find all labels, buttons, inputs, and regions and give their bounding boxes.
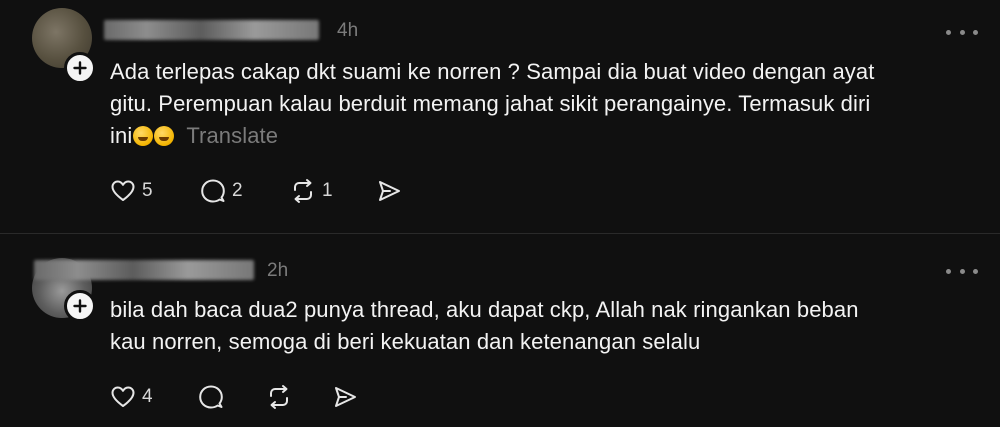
post-text-line: Ada terlepas cakap dkt suami ke norren ?… xyxy=(110,59,875,84)
reply-button[interactable]: 2 xyxy=(200,178,290,204)
like-button[interactable]: 5 xyxy=(110,178,200,204)
more-icon[interactable] xyxy=(946,24,978,40)
reply-post: 2h bila dah baca dua2 punya thread, aku … xyxy=(0,236,1000,427)
post-text: bila dah baca dua2 punya thread, aku dap… xyxy=(110,294,970,358)
reply-button[interactable] xyxy=(198,384,266,410)
post-text-line: gitu. Perempuan kalau berduit memang jah… xyxy=(110,91,871,116)
post-text: Ada terlepas cakap dkt suami ke norren ?… xyxy=(110,56,970,152)
post-text-line: ini xyxy=(110,123,133,148)
post-timestamp: 2h xyxy=(267,260,289,281)
more-icon[interactable] xyxy=(946,263,978,279)
repost-button[interactable] xyxy=(266,384,332,410)
rolling-on-floor-laughing-icon xyxy=(154,126,175,146)
username-redacted[interactable] xyxy=(34,260,254,280)
rolling-on-floor-laughing-icon xyxy=(133,126,154,146)
post-actions: 5 2 1 xyxy=(110,176,402,206)
repost-count: 1 xyxy=(322,180,333,201)
translate-link[interactable]: Translate xyxy=(186,123,278,148)
post-actions: 4 xyxy=(110,382,358,412)
follow-plus-icon[interactable] xyxy=(64,52,96,84)
post-divider xyxy=(0,233,1000,234)
like-count: 4 xyxy=(142,386,153,407)
share-icon xyxy=(335,387,356,407)
thread-feed: 4h Ada terlepas cakap dkt suami ke norre… xyxy=(0,0,1000,427)
follow-plus-icon[interactable] xyxy=(64,290,96,322)
like-button[interactable]: 4 xyxy=(110,384,198,410)
share-button[interactable] xyxy=(376,178,402,204)
repost-button[interactable]: 1 xyxy=(290,178,376,204)
heart-icon xyxy=(111,386,135,407)
comment-icon xyxy=(199,385,223,409)
share-button[interactable] xyxy=(332,384,358,410)
heart-icon xyxy=(111,180,135,201)
username-redacted[interactable] xyxy=(104,20,319,40)
comment-icon xyxy=(201,179,225,203)
post-text-line: kau norren, semoga di beri kekuatan dan … xyxy=(110,329,701,354)
repost-icon xyxy=(270,385,288,409)
reply-count: 2 xyxy=(232,180,243,201)
share-icon xyxy=(379,181,400,201)
post-timestamp: 4h xyxy=(337,20,359,41)
like-count: 5 xyxy=(142,180,153,201)
repost-icon xyxy=(294,179,312,203)
reply-post: 4h Ada terlepas cakap dkt suami ke norre… xyxy=(0,0,1000,234)
post-text-line: bila dah baca dua2 punya thread, aku dap… xyxy=(110,297,859,322)
